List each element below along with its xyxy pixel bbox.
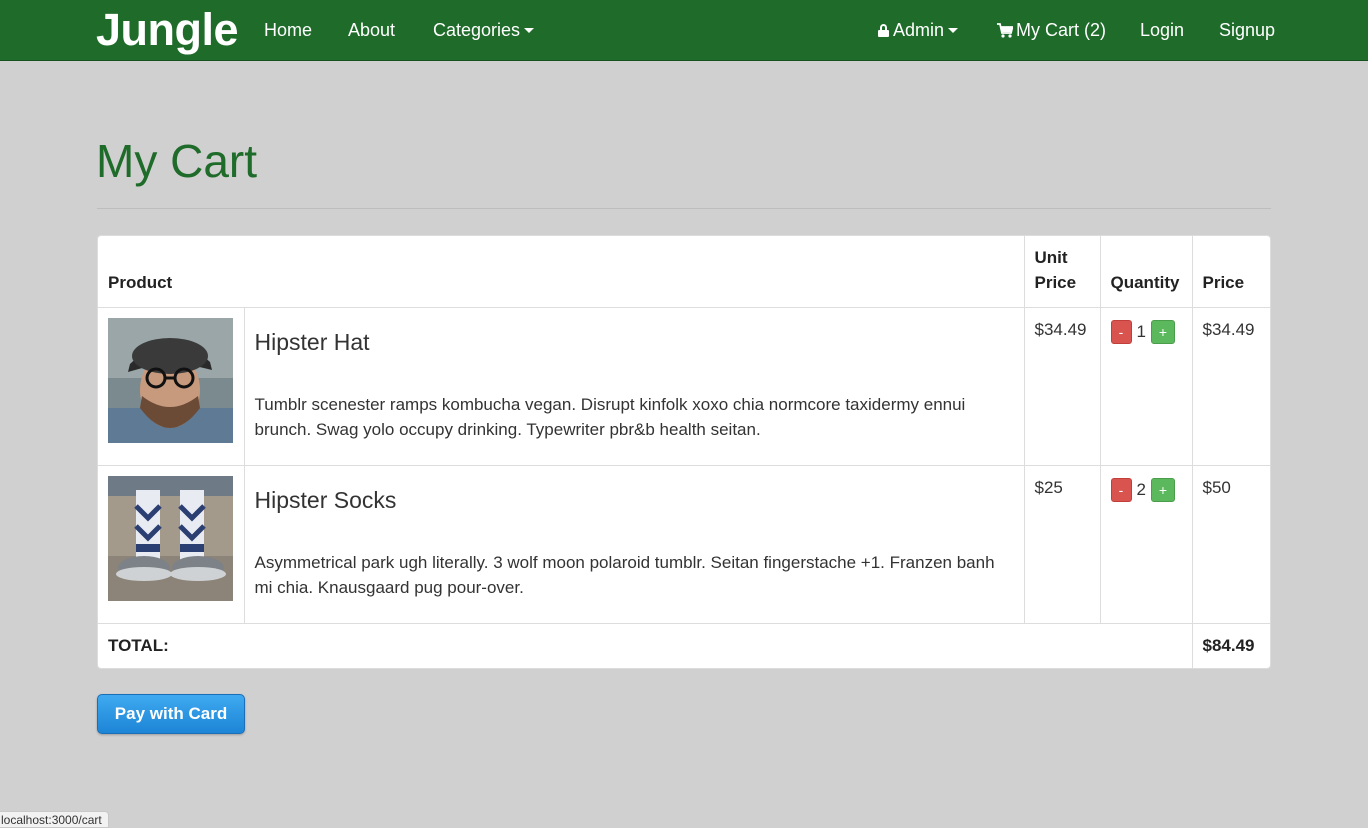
quantity-value: 2	[1136, 479, 1146, 499]
title-divider	[97, 208, 1271, 209]
hipster-hat-photo-icon[interactable]	[108, 317, 233, 443]
header-unit-price: Unit Price	[1024, 236, 1101, 308]
product-name[interactable]: Hipster Hat	[255, 328, 1014, 356]
pay-with-card-button[interactable]: Pay with Card	[97, 694, 245, 734]
quantity-cell: - 1 +	[1100, 307, 1193, 466]
decrease-quantity-button[interactable]: -	[1110, 477, 1132, 502]
table-row: Hipster Hat Tumblr scenester ramps kombu…	[98, 307, 1270, 466]
product-name[interactable]: Hipster Socks	[255, 486, 1014, 514]
hipster-socks-photo-icon[interactable]	[108, 475, 233, 601]
quantity-stepper: - 2 +	[1110, 476, 1182, 502]
table-row: Hipster Socks Asymmetrical park ugh lite…	[98, 465, 1270, 624]
decrease-quantity-button[interactable]: -	[1110, 319, 1132, 344]
product-description: Asymmetrical park ugh literally. 3 wolf …	[254, 552, 995, 597]
nav-signup[interactable]: Signup	[1219, 19, 1275, 41]
product-image-cell	[98, 465, 245, 624]
nav-admin-label: Admin	[893, 20, 945, 40]
quantity-stepper: - 1 +	[1110, 318, 1182, 344]
table-header-row: Product Unit Price Quantity Price	[98, 236, 1270, 308]
line-price: $34.49	[1192, 307, 1270, 466]
shopping-cart-icon	[997, 23, 1013, 38]
quantity-value: 1	[1136, 321, 1146, 341]
total-label: TOTAL:	[98, 623, 1193, 668]
quantity-cell: - 2 +	[1100, 465, 1193, 624]
nav-my-cart[interactable]: My Cart (2)	[997, 19, 1106, 41]
line-price: $50	[1192, 465, 1270, 624]
page-title: My Cart	[96, 135, 257, 187]
nav-admin-dropdown[interactable]: Admin	[878, 19, 959, 41]
top-navbar: Jungle Home About Categories Admin My Ca…	[0, 0, 1368, 61]
increase-quantity-button[interactable]: +	[1150, 319, 1175, 344]
nav-categories-label: Categories	[433, 20, 521, 40]
nav-home[interactable]: Home	[264, 19, 312, 41]
nav-about[interactable]: About	[348, 19, 395, 41]
product-description: Tumblr scenester ramps kombucha vegan. D…	[254, 394, 966, 439]
product-info-cell: Hipster Hat Tumblr scenester ramps kombu…	[244, 307, 1025, 466]
nav-categories-dropdown[interactable]: Categories	[433, 19, 535, 41]
total-row: TOTAL: $84.49	[98, 623, 1270, 668]
lock-icon	[878, 24, 889, 37]
caret-down-icon	[948, 27, 959, 33]
caret-down-icon	[524, 27, 535, 33]
unit-price: $34.49	[1024, 307, 1101, 466]
increase-quantity-button[interactable]: +	[1150, 477, 1175, 502]
cart-table: Product Unit Price Quantity Price Hipste…	[97, 235, 1271, 669]
product-info-cell: Hipster Socks Asymmetrical park ugh lite…	[244, 465, 1025, 624]
header-price: Price	[1192, 236, 1270, 308]
unit-price: $25	[1024, 465, 1101, 624]
total-value: $84.49	[1202, 635, 1255, 655]
header-quantity: Quantity	[1100, 236, 1193, 308]
nav-login[interactable]: Login	[1140, 19, 1184, 41]
nav-cart-label: My Cart (2)	[1016, 20, 1106, 40]
product-image-cell	[98, 307, 245, 466]
brand-logo[interactable]: Jungle	[96, 4, 239, 56]
header-product: Product	[98, 236, 1025, 308]
status-bar-url: localhost:3000/cart	[0, 811, 109, 828]
